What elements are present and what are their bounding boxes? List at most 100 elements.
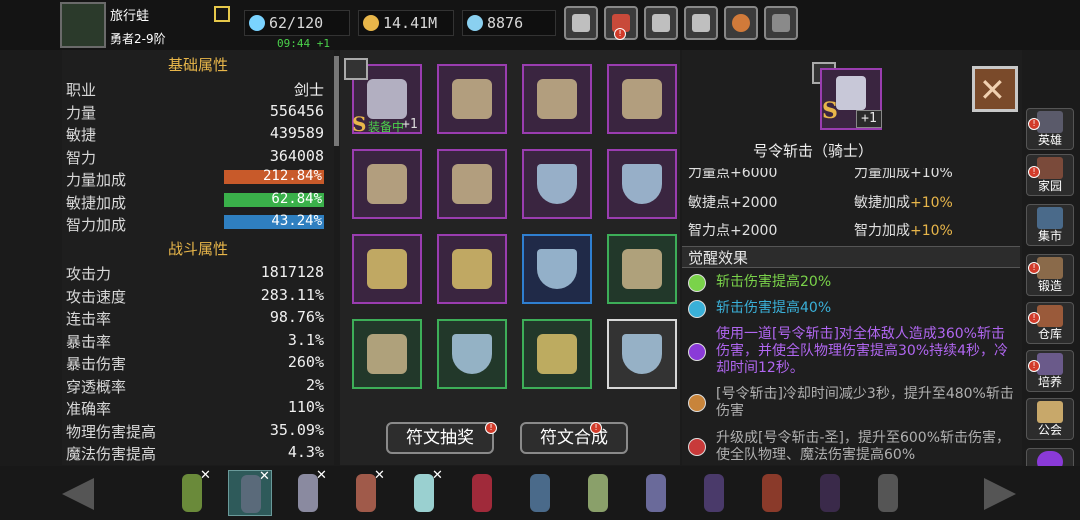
rune-slot[interactable] [607, 149, 677, 219]
swordsman-hero-icon [241, 475, 261, 513]
nav-forge[interactable]: 锻造 [1026, 254, 1074, 296]
mail-button[interactable]: ! [604, 6, 638, 40]
berserker-hero-slot[interactable] [750, 470, 794, 516]
rune-slot[interactable] [437, 64, 507, 134]
stat-label: 穿透概率 [66, 378, 127, 396]
rune-merge-button[interactable]: 符文合成 [520, 422, 628, 454]
equipped-tag: 装备中 [368, 120, 405, 134]
sorcerer-hero-icon [704, 474, 724, 512]
spirit-hero-slot[interactable]: ✕ [402, 468, 446, 516]
mage-hero-slot[interactable] [460, 470, 504, 516]
sword-rune-icon [537, 334, 577, 374]
horn-rune-icon [537, 79, 577, 119]
stat-row: 魔法伤害提高 4.3% [66, 441, 324, 463]
bonus-item: 智力点+2000 [688, 220, 777, 240]
knight-hero-icon [298, 474, 318, 512]
effect-bullet [688, 438, 706, 456]
rune-slot[interactable] [607, 319, 677, 389]
stat-value: 4.3% [287, 443, 324, 461]
locked-hero-slot[interactable] [866, 470, 910, 516]
diamond-icon [467, 15, 483, 31]
shop-button[interactable] [564, 6, 598, 40]
rune-slot[interactable] [522, 319, 592, 389]
rune-slot[interactable] [352, 149, 422, 219]
notification-badge: ! [590, 422, 602, 434]
notification-badge: ! [485, 422, 497, 434]
stat-value: 556456 [269, 102, 324, 120]
remove-icon[interactable]: ✕ [259, 469, 270, 484]
detail-level: +1 [856, 110, 882, 128]
knight-hero-slot[interactable]: ✕ [286, 468, 330, 516]
stat-value: 98.76% [269, 308, 324, 326]
bonus-label: 敏捷加成 [854, 195, 910, 211]
effect-bullet [688, 394, 706, 412]
nav-guild[interactable]: 公会 [1026, 398, 1074, 440]
stats-scrollbar[interactable] [334, 56, 339, 146]
remove-icon[interactable]: ✕ [432, 468, 443, 483]
games-button[interactable] [644, 6, 678, 40]
stat-label: 力量 [66, 104, 97, 122]
stat-label: 职业 [66, 81, 97, 99]
nav-market[interactable]: 集市 [1026, 204, 1074, 246]
energy-counter[interactable]: 62/120 [244, 10, 350, 36]
effect-text: 斩击伤害提高40% [716, 300, 832, 316]
bonus-value: 212.84% [262, 168, 322, 184]
dancer-hero-slot[interactable]: ✕ [344, 468, 388, 516]
remove-icon[interactable]: ✕ [374, 468, 385, 483]
remove-icon[interactable]: ✕ [316, 468, 327, 483]
sorcerer-hero-slot[interactable] [692, 470, 736, 516]
player-rank: 勇者2-9阶 [110, 32, 166, 46]
rune-slot[interactable] [522, 234, 592, 304]
notification-badge: ! [1028, 312, 1040, 324]
rune-slot[interactable] [437, 234, 507, 304]
swordsman-hero-slot[interactable]: ✕ [228, 469, 272, 516]
stat-value: 35.09% [269, 421, 324, 439]
stat-label: 攻击速度 [66, 288, 127, 306]
close-icon: ✕ [979, 71, 1006, 109]
rune-slot[interactable] [607, 234, 677, 304]
gold-counter[interactable]: 14.41M [358, 10, 454, 36]
nav-label: 家园 [1037, 179, 1062, 193]
rune-slot[interactable] [607, 64, 677, 134]
nav-label: 培养 [1037, 375, 1062, 389]
rune-slot[interactable] [437, 149, 507, 219]
rune-slot[interactable] [352, 319, 422, 389]
rune-slot[interactable] [522, 64, 592, 134]
diamond-counter[interactable]: 8876 [462, 10, 556, 36]
player-avatar[interactable] [60, 2, 106, 48]
bonus-text: 力量点+6000 [688, 168, 778, 180]
archer-hero-slot[interactable]: ✕ [170, 468, 214, 516]
rune-slot[interactable] [352, 234, 422, 304]
close-button[interactable]: ✕ [972, 66, 1018, 112]
stat-row: 暴击率 3.1% [66, 329, 324, 351]
warehouse-icon [1037, 305, 1063, 327]
stat-row: 攻击力 1817128 [66, 261, 324, 283]
stat-row: 物理伤害提高 35.09% [66, 419, 324, 441]
color-button[interactable] [724, 6, 758, 40]
stat-value: 110% [287, 398, 324, 416]
strength-bonus-bar: 212.84% [224, 168, 324, 184]
dark-knight-hero-slot[interactable] [808, 470, 852, 516]
anvil-icon [1037, 257, 1063, 279]
rune-slot[interactable] [437, 319, 507, 389]
rune-draw-button[interactable]: 符文抽奖 [386, 422, 494, 454]
settings-button[interactable] [684, 6, 718, 40]
rune-slot[interactable] [522, 149, 592, 219]
wizard-hero-slot[interactable] [634, 470, 678, 516]
notification-badge: ! [1028, 262, 1040, 274]
effect-text: 斩击伤害提高20% [716, 274, 832, 290]
rogue-hero-slot[interactable] [518, 470, 562, 516]
bonus-item: 敏捷点+2000 [688, 192, 777, 212]
edit-icon[interactable] [214, 6, 230, 22]
priestess-hero-slot[interactable] [576, 470, 620, 516]
sword-button[interactable] [764, 6, 798, 40]
nav-label: 公会 [1037, 423, 1062, 437]
mage-hero-icon [472, 474, 492, 512]
grade-badge: S [352, 112, 367, 136]
awaken-effect: 使用一道[号令斩击]对全体敌人造成360%斩击伤害，并使全队物理伤害提高30%持… [688, 326, 1018, 378]
market-icon [1037, 207, 1063, 229]
diamond-value: 8876 [487, 14, 524, 32]
stat-row: 准确率 110% [66, 396, 324, 418]
effect-bullet [688, 300, 706, 318]
remove-icon[interactable]: ✕ [200, 468, 211, 483]
